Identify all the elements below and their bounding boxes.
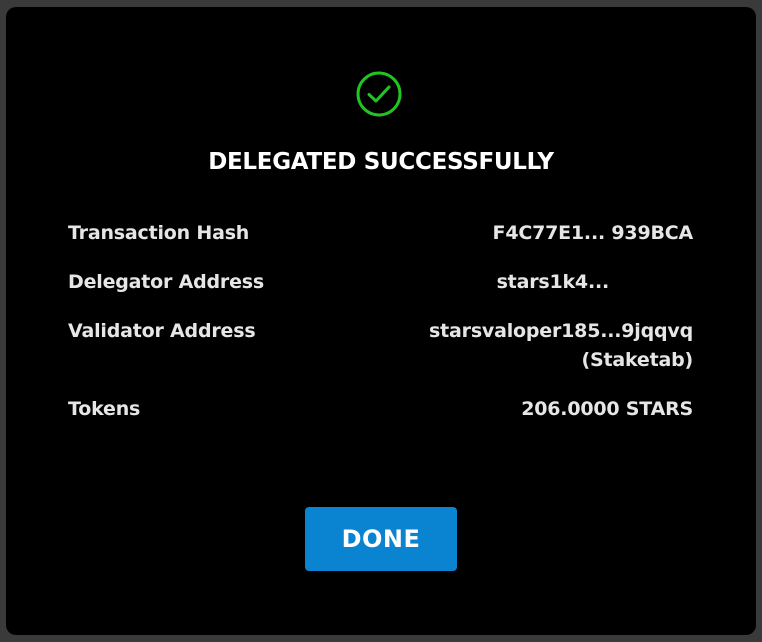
success-dialog: DELEGATED SUCCESSFULLY Transaction Hash … — [6, 7, 756, 635]
transaction-hash-label: Transaction Hash — [68, 222, 250, 244]
validator-address-label: Validator Address — [68, 320, 256, 342]
dialog-title: DELEGATED SUCCESSFULLY — [208, 149, 554, 175]
validator-address-value: starsvaloper185...9jqqvq — [429, 320, 693, 342]
tokens-value: 206.0000 STARS — [521, 398, 693, 420]
validator-name: (Staketab) — [581, 349, 694, 371]
check-circle-icon — [356, 71, 402, 117]
transaction-hash-value: F4C77E1... 939BCA — [492, 222, 694, 244]
tokens-label: Tokens — [68, 398, 141, 420]
done-button[interactable]: DONE — [305, 507, 457, 571]
delegator-address-value: stars1k4... — [496, 271, 610, 293]
delegator-address-label: Delegator Address — [68, 271, 264, 293]
